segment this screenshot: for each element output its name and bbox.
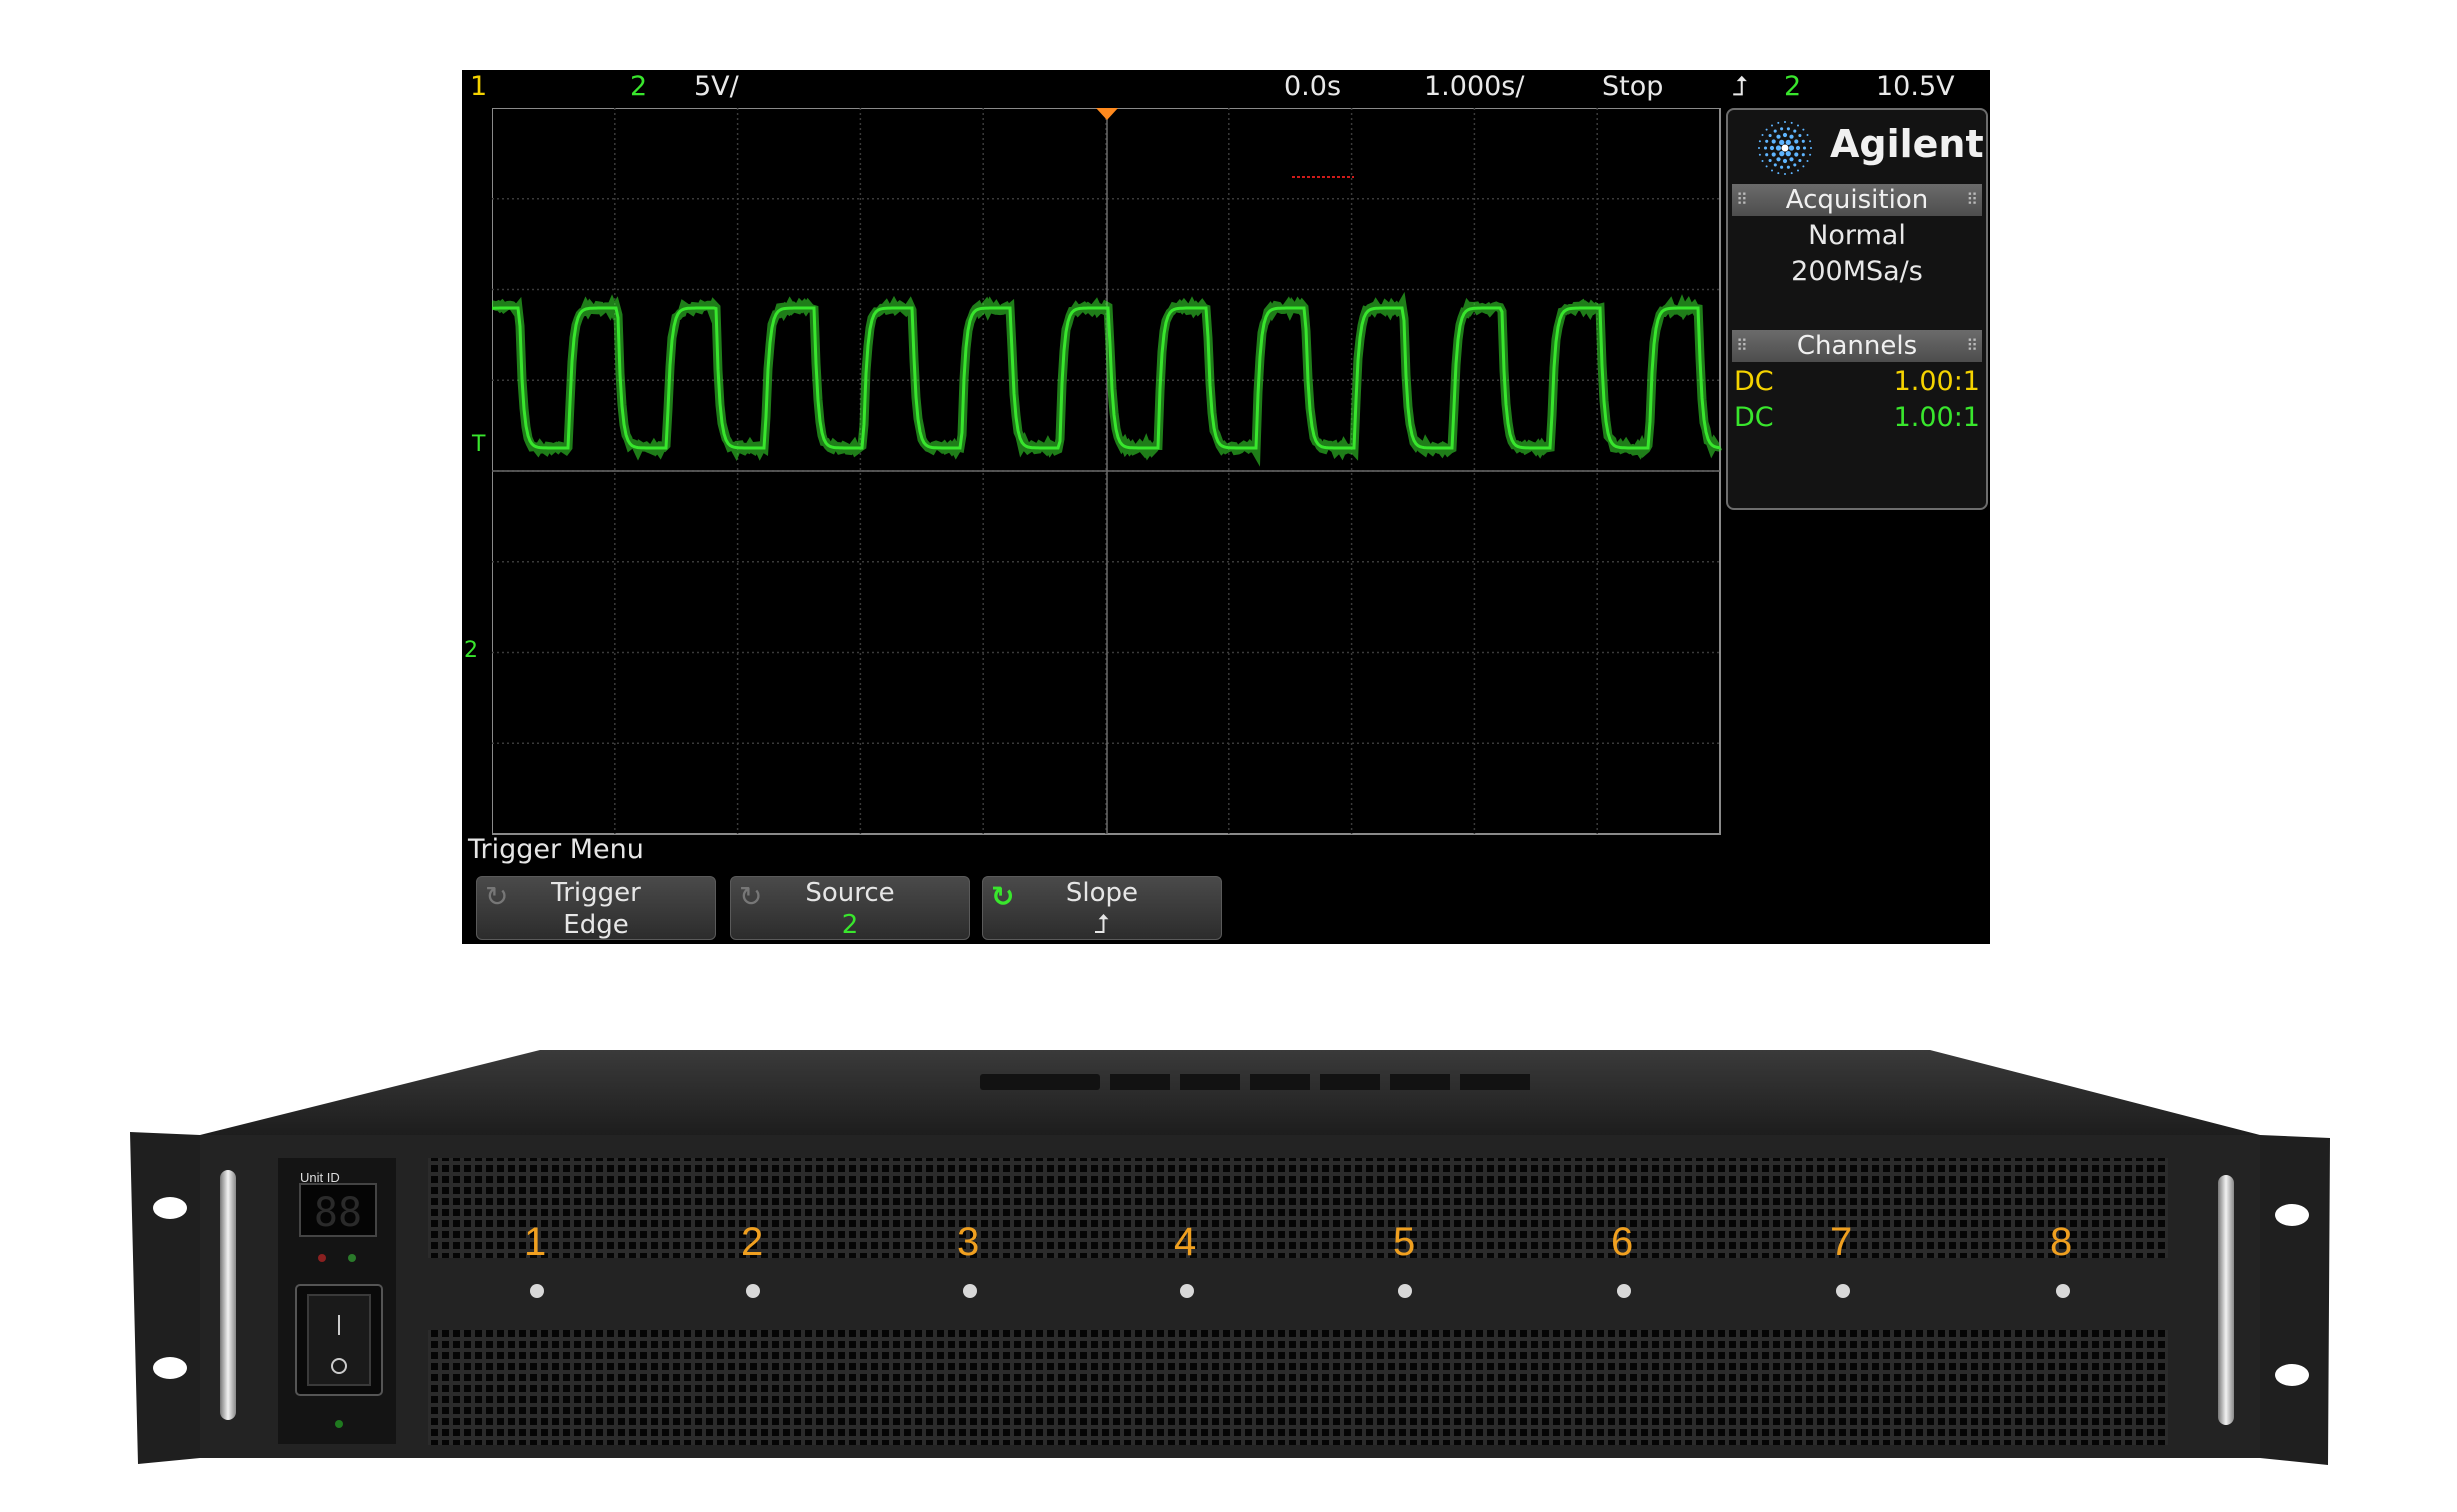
port-number-2: 2: [741, 1220, 763, 1265]
acquisition-mode: Normal: [1728, 220, 1986, 251]
info-panel: Agilent ⠿ Acquisition ⠿ Normal 200MSa/s …: [1726, 108, 1988, 510]
rotate-active-icon: ↻: [991, 881, 1014, 913]
acquisition-header[interactable]: ⠿ Acquisition ⠿: [1732, 184, 1982, 216]
rack-power-unit: 88 Unit ID 1 2 3 4 5 6 7 8: [0, 1020, 2457, 1512]
port-led-8: [2056, 1284, 2070, 1298]
channel-2-ground-marker[interactable]: 2: [464, 638, 478, 663]
channel-2-indicator[interactable]: 2: [630, 70, 647, 104]
unit-id-label: Unit ID: [300, 1170, 340, 1185]
port-number-7: 7: [1830, 1220, 1852, 1265]
trigger-level: 10.5V: [1876, 70, 1955, 104]
trigger-source: 2: [1784, 70, 1801, 104]
softkey-source[interactable]: ↻ Source 2: [730, 876, 970, 940]
brand-header: Agilent: [1728, 110, 1986, 180]
port-led-2: [746, 1284, 760, 1298]
softkey-trigger[interactable]: ↻ Trigger Edge: [476, 876, 716, 940]
port-number-5: 5: [1393, 1220, 1415, 1265]
rack-chassis: 88: [0, 1020, 2457, 1512]
rotate-icon: ↻: [739, 881, 762, 913]
upper-vent: [428, 1158, 2168, 1258]
power-switch: [308, 1295, 370, 1385]
run-state: Stop: [1602, 70, 1663, 104]
port-number-8: 8: [2050, 1220, 2072, 1265]
rotate-icon: ↻: [485, 881, 508, 913]
agilent-spark-icon: [1750, 118, 1820, 178]
oscilloscope-screen: 1 2 5V/ 0.0s 1.000s/ Stop ⮥ 2 10.5V T 2 …: [462, 70, 1990, 944]
trigger-slope-icon: ⮥: [1732, 70, 1748, 104]
port-number-6: 6: [1611, 1220, 1633, 1265]
trigger-level-marker[interactable]: T: [472, 432, 485, 457]
channel-2-scale: 5V/: [694, 70, 739, 104]
port-led-6: [1617, 1284, 1631, 1298]
time-scale: 1.000s/: [1424, 70, 1524, 104]
port-led-5: [1398, 1284, 1412, 1298]
channels-header[interactable]: ⠿ Channels ⠿: [1732, 330, 1982, 362]
sample-rate: 200MSa/s: [1728, 256, 1986, 287]
time-offset: 0.0s: [1284, 70, 1341, 104]
port-number-1: 1: [524, 1220, 546, 1265]
waveform-display[interactable]: [492, 108, 1722, 836]
menu-title: Trigger Menu: [468, 834, 644, 865]
port-number-4: 4: [1174, 1220, 1196, 1265]
lower-vent: [428, 1330, 2168, 1445]
svg-text:88: 88: [314, 1190, 362, 1236]
status-bar: 1 2 5V/ 0.0s 1.000s/ Stop ⮥ 2 10.5V: [462, 70, 1990, 104]
channel-1-indicator[interactable]: 1: [470, 70, 487, 104]
left-handle: [220, 1170, 236, 1420]
port-number-3: 3: [957, 1220, 979, 1265]
port-led-1: [530, 1284, 544, 1298]
port-led-3: [963, 1284, 977, 1298]
port-led-7: [1836, 1284, 1850, 1298]
brand-name: Agilent: [1830, 122, 1984, 166]
port-led-4: [1180, 1284, 1194, 1298]
right-handle: [2218, 1175, 2234, 1425]
softkey-slope[interactable]: ↻ Slope ⮥: [982, 876, 1222, 940]
top-logo: [980, 1074, 1530, 1090]
